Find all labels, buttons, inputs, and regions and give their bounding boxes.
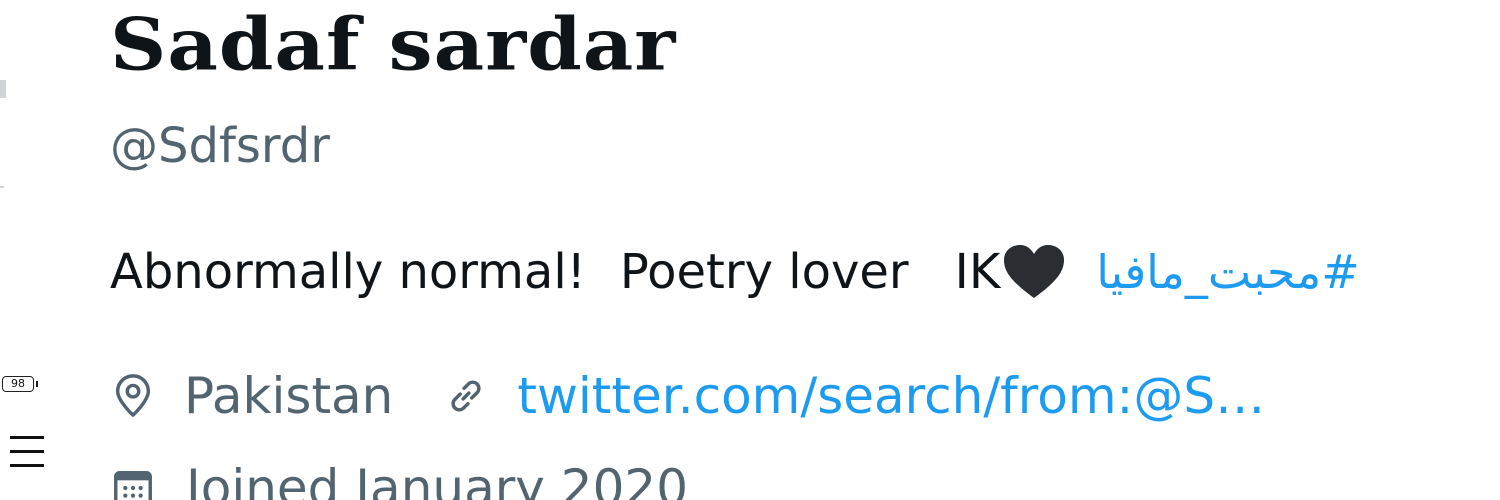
calendar-icon bbox=[114, 470, 152, 500]
profile-meta: Pakistan twitter.com/search/from:@S… bbox=[110, 364, 1265, 428]
hamburger-menu-icon[interactable] bbox=[10, 436, 44, 470]
black-heart-icon bbox=[1004, 245, 1065, 298]
hashtag-link[interactable]: #محبت_مافیا bbox=[1096, 240, 1359, 304]
link-icon bbox=[451, 380, 481, 412]
location-pin-icon bbox=[115, 374, 151, 417]
battery-indicator: 98 bbox=[2, 376, 38, 392]
bio-text-2: Poetry lover bbox=[619, 244, 909, 300]
display-name: Sadaf sardar bbox=[110, 3, 677, 87]
bio: Abnormally normal! Poetry lover IK #محبت… bbox=[110, 240, 1360, 304]
joined-date: Joined January 2020 bbox=[186, 459, 689, 500]
location-label: Pakistan bbox=[184, 367, 394, 425]
user-handle: @Sdfsrdr bbox=[110, 118, 330, 174]
edge-line bbox=[0, 186, 4, 188]
bio-text-3: IK bbox=[954, 244, 1001, 300]
website-link[interactable]: twitter.com/search/from:@S… bbox=[517, 367, 1265, 425]
profile-page: Sadaf sardar @Sdfsrdr Abnormally normal!… bbox=[0, 0, 1500, 500]
bio-text-1: Abnormally normal! bbox=[110, 244, 586, 300]
edge-mark bbox=[0, 80, 6, 98]
joined-row: Joined January 2020 bbox=[110, 456, 688, 500]
